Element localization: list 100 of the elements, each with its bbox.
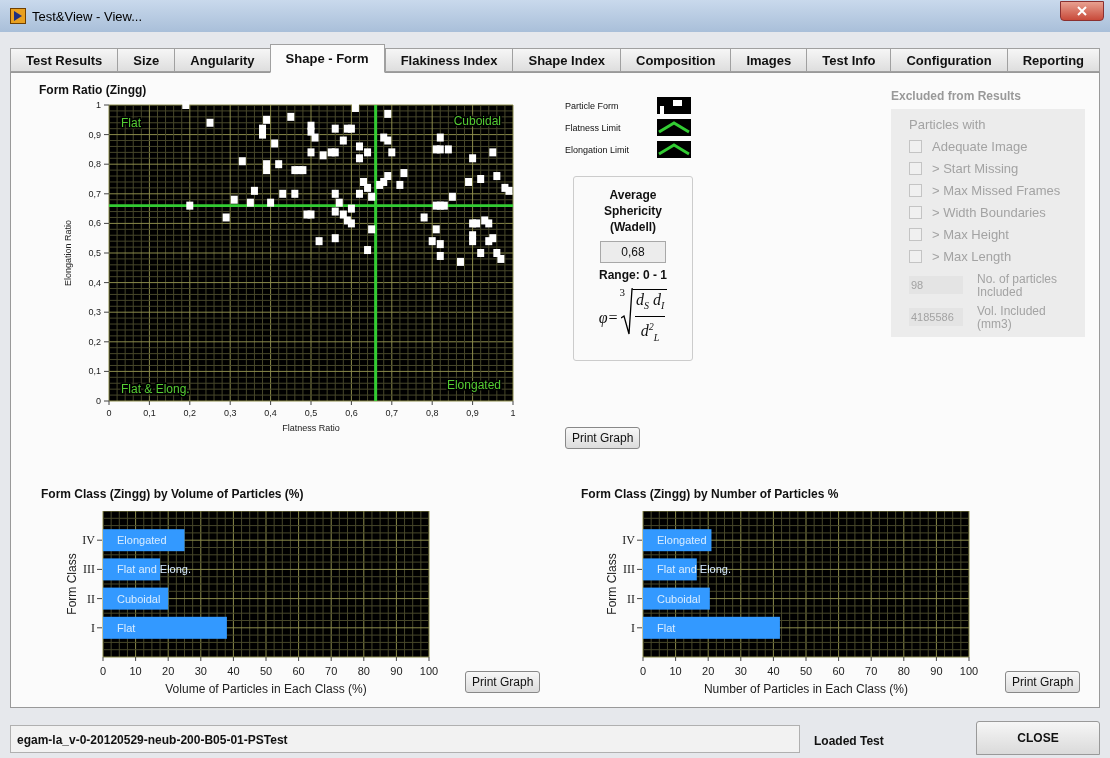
- window-close-button[interactable]: [1060, 1, 1104, 21]
- tab[interactable]: Shape - Form: [269, 44, 385, 73]
- data-point: [493, 172, 501, 181]
- checkbox-label: > Max Length: [932, 248, 1012, 264]
- data-point: [457, 257, 464, 266]
- tick-label: 0,5: [88, 248, 101, 258]
- tick-label: 30: [734, 665, 747, 677]
- print-graph-button[interactable]: Print Graph: [1005, 671, 1081, 693]
- tick-label: 0,9: [466, 408, 479, 418]
- tab[interactable]: Images: [730, 48, 807, 72]
- legend-label: Elongation Limit: [565, 144, 630, 155]
- file-name-field: egam-la_v-0-20120529-neub-200-B05-01-PSTest: [10, 725, 800, 753]
- tab[interactable]: Configuration: [890, 48, 1007, 72]
- tick-label: 0,5: [304, 408, 318, 418]
- checkbox-label: > Max Height: [932, 226, 1009, 242]
- tab[interactable]: Composition: [620, 48, 731, 72]
- data-point: [271, 139, 279, 148]
- bar-label: Cuboidal: [657, 592, 701, 605]
- data-point: [331, 124, 339, 133]
- tick-label: 10: [669, 665, 682, 677]
- data-point: [331, 234, 339, 243]
- tick-label: 0,8: [425, 408, 439, 418]
- tick-label: 1: [96, 100, 101, 110]
- tick-label: 60: [832, 665, 845, 677]
- data-point: [436, 251, 444, 260]
- tick-label: 60: [292, 665, 305, 677]
- group-label: Particles with: [909, 117, 987, 132]
- tab[interactable]: Test Results: [10, 48, 118, 72]
- tick-label: 0,7: [385, 408, 399, 418]
- axis-title: Form Class: [605, 553, 619, 615]
- chart-title: Form Ratio (Zingg): [38, 83, 148, 97]
- bar: [103, 558, 161, 581]
- bar: [643, 558, 697, 581]
- tick-label: 30: [194, 665, 207, 677]
- tick-label: 0: [106, 408, 112, 418]
- tab[interactable]: Reporting: [1006, 48, 1101, 72]
- data-point: [238, 157, 246, 166]
- bar-label: Flat and Elong.: [657, 563, 731, 576]
- tick-label: 0,3: [223, 408, 237, 418]
- bar-label: Flat: [117, 621, 136, 634]
- data-point: [400, 169, 408, 178]
- app-icon: [10, 8, 26, 24]
- data-point: [477, 175, 485, 183]
- data-point: [351, 103, 359, 112]
- data-point: [420, 213, 428, 222]
- tick-label: 90: [390, 665, 403, 677]
- tab[interactable]: Flakiness Index: [384, 48, 513, 72]
- tick-label: 20: [702, 665, 715, 677]
- data-point: [246, 198, 254, 207]
- tab[interactable]: Test Info: [806, 48, 891, 72]
- tick-label: I: [631, 620, 635, 635]
- bar-label: Flat: [657, 621, 676, 634]
- data-point: [469, 154, 477, 163]
- close-button[interactable]: CLOSE: [976, 721, 1100, 755]
- tab[interactable]: Angularity: [174, 48, 270, 72]
- tick-label: 50: [799, 665, 813, 677]
- tick-label: 40: [227, 665, 240, 677]
- data-point: [182, 101, 190, 109]
- data-point: [364, 246, 372, 255]
- bar-label: Cuboidal: [117, 592, 161, 605]
- tick-label: 0,2: [183, 408, 197, 418]
- checkbox-label: > Start Missing: [932, 160, 1019, 176]
- axis-title: Elongation Ratio: [63, 220, 73, 286]
- section-title: Excluded from Results: [891, 89, 1023, 103]
- legend-swatch: [657, 141, 691, 158]
- data-point: [291, 189, 299, 198]
- data-point: [477, 249, 485, 257]
- data-point: [267, 198, 275, 207]
- tick-label: 20: [162, 665, 175, 677]
- chart-title: Form Class (Zingg) by Number of Particles %: [581, 487, 840, 501]
- data-point: [384, 109, 392, 118]
- data-point: [279, 189, 287, 198]
- data-point: [186, 201, 194, 210]
- tick-label: II: [627, 591, 635, 606]
- tick-label: 80: [897, 665, 910, 677]
- tick-label: 0,1: [88, 366, 101, 377]
- tick-label: 0,9: [88, 129, 101, 140]
- field-label: Vol. Included (mm3): [977, 305, 1047, 331]
- tab[interactable]: Size: [117, 48, 175, 72]
- tick-label: 0: [639, 665, 647, 677]
- data-point: [432, 225, 440, 234]
- tab[interactable]: Shape Index: [512, 48, 621, 72]
- tick-label: 0,2: [88, 336, 101, 347]
- tick-label: 100: [959, 665, 979, 677]
- tick-label: 0,8: [88, 159, 101, 170]
- data-point: [436, 133, 444, 142]
- tick-label: 100: [419, 665, 439, 677]
- checkbox-label: Adequate Image: [932, 138, 1028, 154]
- legend-label: Flatness Limit: [565, 122, 621, 133]
- data-point: [287, 112, 295, 121]
- quadrant-label: Flat: [121, 116, 141, 130]
- bar: [103, 587, 169, 610]
- print-graph-button[interactable]: Print Graph: [565, 427, 641, 449]
- tick-label: IV: [82, 533, 95, 548]
- print-graph-button[interactable]: Print Graph: [465, 671, 541, 693]
- data-point: [307, 148, 315, 157]
- status-label: Loaded Test: [814, 734, 885, 748]
- legend-swatch: [657, 119, 691, 136]
- tick-label: III: [83, 562, 95, 577]
- checkbox-label: > Max Missed Frames: [932, 182, 1061, 198]
